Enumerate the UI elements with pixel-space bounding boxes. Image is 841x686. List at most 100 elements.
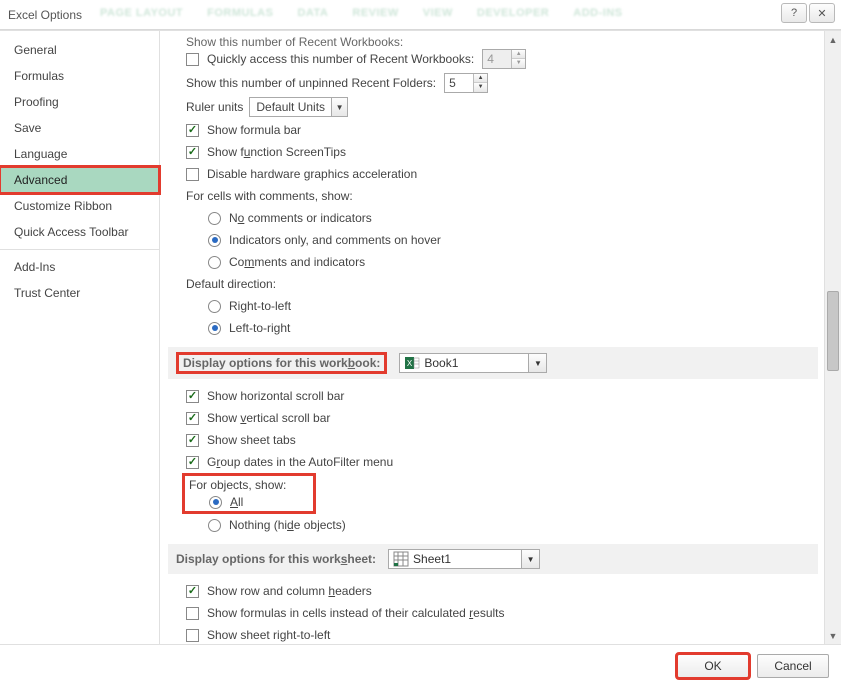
- sidebar-item-trust-center[interactable]: Trust Center: [0, 280, 159, 306]
- tabs-checkbox[interactable]: [186, 434, 199, 447]
- workbook-selector[interactable]: X Book1 ▼: [399, 353, 547, 373]
- close-button[interactable]: ✕: [809, 3, 835, 23]
- show-formulas-row: Show formulas in cells instead of their …: [168, 602, 824, 624]
- scroll-down-icon[interactable]: ▼: [825, 627, 841, 644]
- comments-label: For cells with comments, show:: [186, 189, 353, 203]
- screentips-label: Show function ScreenTips: [207, 145, 346, 159]
- hscroll-checkbox[interactable]: [186, 390, 199, 403]
- excel-file-icon: X: [404, 355, 420, 371]
- sidebar-item-formulas[interactable]: Formulas: [0, 63, 159, 89]
- comments-both-row: Comments and indicators: [168, 251, 824, 273]
- quick-access-label: Quickly access this number of Recent Wor…: [207, 52, 474, 66]
- help-button[interactable]: ?: [781, 3, 807, 23]
- scroll-thumb[interactable]: [827, 291, 839, 371]
- sheet-rtl-label: Show sheet right-to-left: [207, 628, 330, 642]
- hscroll-label: Show horizontal scroll bar: [207, 389, 344, 403]
- sidebar-item-general[interactable]: General: [0, 37, 159, 63]
- show-formulas-label: Show formulas in cells instead of their …: [207, 606, 505, 620]
- disable-hw-row: Disable hardware graphics acceleration: [168, 163, 824, 185]
- cutoff-row: Show this number of Recent Workbooks:: [176, 35, 824, 47]
- comments-none-row: No comments or indicators: [168, 207, 824, 229]
- disable-hw-checkbox[interactable]: [186, 168, 199, 181]
- group-dates-checkbox[interactable]: [186, 456, 199, 469]
- tabs-label: Show sheet tabs: [207, 433, 296, 447]
- quick-access-checkbox[interactable]: [186, 53, 199, 66]
- sheet-rtl-row: Show sheet right-to-left: [168, 624, 824, 644]
- unpinned-folders-row: Show this number of unpinned Recent Fold…: [168, 71, 824, 95]
- group-dates-label: Group dates in the AutoFilter menu: [207, 455, 393, 469]
- sidebar-item-qat[interactable]: Quick Access Toolbar: [0, 219, 159, 245]
- formula-bar-checkbox[interactable]: [186, 124, 199, 137]
- section-workbook-label: Display options for this workbook:: [176, 352, 387, 374]
- tabs-row: Show sheet tabs: [168, 429, 824, 451]
- direction-rtl-radio[interactable]: [208, 300, 221, 313]
- section-workbook-header: Display options for this workbook: X Boo…: [168, 347, 818, 379]
- chevron-down-icon: ▼: [521, 550, 539, 568]
- direction-label-row: Default direction:: [168, 273, 824, 295]
- section-worksheet-label: Display options for this worksheet:: [176, 552, 376, 566]
- svg-text:X: X: [407, 359, 413, 368]
- chevron-down-icon: ▼: [331, 98, 347, 116]
- comments-both-radio[interactable]: [208, 256, 221, 269]
- sidebar-separator: [0, 249, 159, 250]
- unpinned-label: Show this number of unpinned Recent Fold…: [186, 76, 436, 90]
- sidebar-item-advanced[interactable]: Advanced: [0, 167, 159, 193]
- screentips-row: Show function ScreenTips: [168, 141, 824, 163]
- comments-label-row: For cells with comments, show:: [168, 185, 824, 207]
- comments-both-label: Comments and indicators: [229, 255, 365, 269]
- comments-hover-row: Indicators only, and comments on hover: [168, 229, 824, 251]
- objects-nothing-row: Nothing (hide objects): [168, 514, 824, 536]
- objects-highlight-box: For objects, show: All: [182, 473, 316, 514]
- disable-hw-label: Disable hardware graphics acceleration: [207, 167, 417, 181]
- worksheet-icon: [393, 551, 409, 567]
- direction-rtl-label: Right-to-left: [229, 299, 291, 313]
- quick-access-spin[interactable]: 4 ▲▼: [482, 49, 526, 69]
- hscroll-row: Show horizontal scroll bar: [168, 385, 824, 407]
- main-area: General Formulas Proofing Save Language …: [0, 30, 841, 644]
- vscroll-row: Show vertical scroll bar: [168, 407, 824, 429]
- direction-ltr-row: Left-to-right: [168, 317, 824, 339]
- comments-none-label: No comments or indicators: [229, 211, 372, 225]
- ruler-label: Ruler units: [186, 100, 243, 114]
- vertical-scrollbar[interactable]: ▲ ▼: [824, 31, 841, 644]
- content-pane: Show this number of Recent Workbooks: Qu…: [160, 31, 824, 644]
- sidebar-item-proofing[interactable]: Proofing: [0, 89, 159, 115]
- sidebar: General Formulas Proofing Save Language …: [0, 31, 160, 644]
- window-title: Excel Options: [8, 8, 82, 22]
- unpinned-spin[interactable]: 5 ▲▼: [444, 73, 488, 93]
- headers-checkbox[interactable]: [186, 585, 199, 598]
- scroll-up-icon[interactable]: ▲: [825, 31, 841, 48]
- sidebar-item-customize-ribbon[interactable]: Customize Ribbon: [0, 193, 159, 219]
- objects-label: For objects, show:: [187, 478, 311, 492]
- group-dates-row: Group dates in the AutoFilter menu: [168, 451, 824, 473]
- show-formulas-checkbox[interactable]: [186, 607, 199, 620]
- sidebar-item-addins[interactable]: Add-Ins: [0, 254, 159, 280]
- direction-ltr-radio[interactable]: [208, 322, 221, 335]
- screentips-checkbox[interactable]: [186, 146, 199, 159]
- comments-none-radio[interactable]: [208, 212, 221, 225]
- chevron-down-icon: ▼: [528, 354, 546, 372]
- cancel-button[interactable]: Cancel: [757, 654, 829, 678]
- objects-all-label: All: [230, 495, 243, 509]
- ok-button[interactable]: OK: [677, 654, 749, 678]
- direction-label: Default direction:: [186, 277, 276, 291]
- sidebar-item-save[interactable]: Save: [0, 115, 159, 141]
- headers-row: Show row and column headers: [168, 580, 824, 602]
- ruler-combo[interactable]: Default Units ▼: [249, 97, 348, 117]
- worksheet-selector[interactable]: Sheet1 ▼: [388, 549, 540, 569]
- formula-bar-label: Show formula bar: [207, 123, 301, 137]
- vscroll-checkbox[interactable]: [186, 412, 199, 425]
- direction-rtl-row: Right-to-left: [168, 295, 824, 317]
- objects-all-radio[interactable]: [209, 496, 222, 509]
- ribbon-ghost: PAGE LAYOUTFORMULAS DATAREVIEW VIEWDEVEL…: [100, 7, 761, 19]
- headers-label: Show row and column headers: [207, 584, 372, 598]
- objects-nothing-label: Nothing (hide objects): [229, 518, 346, 532]
- objects-nothing-radio[interactable]: [208, 519, 221, 532]
- titlebar: Excel Options PAGE LAYOUTFORMULAS DATARE…: [0, 0, 841, 30]
- sidebar-item-language[interactable]: Language: [0, 141, 159, 167]
- sheet-rtl-checkbox[interactable]: [186, 629, 199, 642]
- ruler-row: Ruler units Default Units ▼: [168, 95, 824, 119]
- vscroll-label: Show vertical scroll bar: [207, 411, 330, 425]
- dialog-footer: OK Cancel: [0, 644, 841, 686]
- comments-hover-radio[interactable]: [208, 234, 221, 247]
